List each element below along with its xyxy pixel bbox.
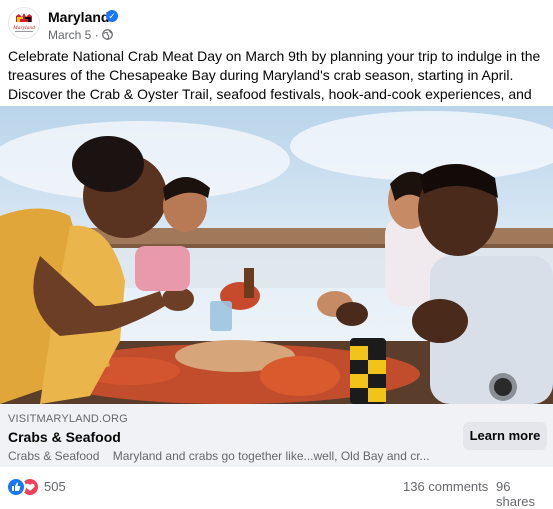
link-desc-text: Maryland and crabs go together like...we… [112,449,430,463]
meta-separator: · [94,28,103,42]
verified-badge-icon: ✓ [106,10,118,22]
post-date[interactable]: March 5 [48,28,91,42]
link-domain: VISITMARYLAND.ORG [8,413,128,425]
post-footer: 505 136 comments 96 shares [0,467,553,509]
post-header: Maryland Maryland ✓ March 5 · [0,0,553,44]
shares-count[interactable]: 96 shares [496,479,553,509]
page-name-link[interactable]: Maryland [48,9,109,25]
maryland-logo-icon: Maryland [9,8,39,38]
link-preview[interactable]: VISITMARYLAND.ORG Crabs & Seafood Crabs … [0,404,553,467]
link-title[interactable]: Crabs & Seafood [8,429,121,445]
link-desc-title: Crabs & Seafood [8,449,100,463]
comments-count[interactable]: 136 comments [403,479,488,494]
thumbs-up-icon [12,482,21,491]
crab-feast-photo [0,106,553,404]
link-description: Crabs & Seafood Maryland and crabs go to… [8,449,440,463]
globe-icon [102,29,113,40]
post-photo[interactable] [0,106,553,404]
like-reaction-icon[interactable] [6,477,26,497]
logo-wordmark: Maryland [12,25,35,31]
learn-more-button[interactable]: Learn more [463,422,547,450]
post-meta: March 5 · [48,28,113,42]
page-avatar[interactable]: Maryland [8,7,40,39]
reaction-count[interactable]: 505 [44,479,66,494]
